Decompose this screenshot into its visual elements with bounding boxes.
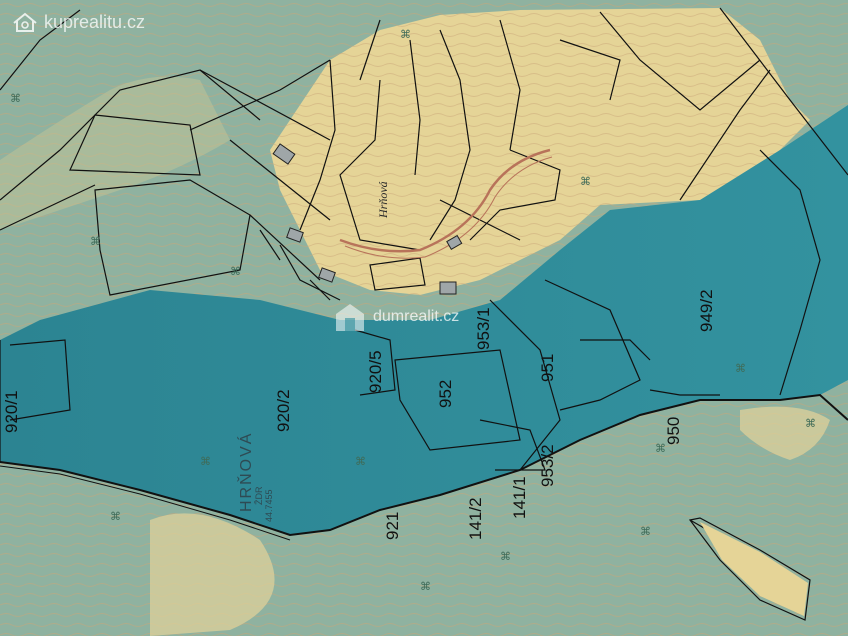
svg-text:⌘: ⌘ [230,265,241,278]
watermark-center: dumrealit.cz [333,300,459,334]
watermark-logo-icon [336,304,364,331]
parcel-label-950: 950 [664,416,683,445]
svg-text:⌘: ⌘ [420,580,431,593]
parcel-label-953-1: 953/1 [474,307,493,350]
svg-text:⌘: ⌘ [805,417,816,430]
parcel-label-921: 921 [383,511,402,540]
svg-text:⌘: ⌘ [500,550,511,563]
watermark-logo-icon [13,12,37,32]
reservoir-number: 44.7455 [264,489,274,522]
watermark-center-text: dumrealit.cz [373,308,460,325]
svg-text:⌘: ⌘ [580,175,591,188]
parcel-label-953-2: 953/2 [538,444,557,487]
svg-text:⌘: ⌘ [10,92,21,105]
svg-text:⌘: ⌘ [355,455,366,468]
village-label: Hrňová [376,181,390,218]
watermark-top: kuprealitu.cz [12,11,145,33]
parcel-label-951: 951 [538,353,557,382]
watermark-top-text: kuprealitu.cz [44,11,146,32]
svg-text:⌘: ⌘ [200,455,211,468]
cadastral-map: ⌘ ⌘ ⌘ ⌘ ⌘ ⌘ ⌘ ⌘ ⌘ ⌘ ⌘ ⌘ ⌘ ⌘ kuprealitu.c… [0,0,848,636]
reservoir-sub: ŽDR [254,486,264,506]
parcel-label-920-1: 920/1 [2,390,21,433]
parcel-label-952: 952 [436,379,455,408]
svg-text:⌘: ⌘ [735,362,746,375]
svg-text:⌘: ⌘ [400,28,411,41]
parcel-label-141-1: 141/1 [510,476,529,519]
svg-text:⌘: ⌘ [110,510,121,523]
parcel-label-141-2: 141/2 [466,497,485,540]
parcel-label-920-5: 920/5 [366,350,385,393]
parcel-label-920-2: 920/2 [274,389,293,432]
parcel-label-949-2: 949/2 [697,289,716,332]
svg-text:⌘: ⌘ [640,525,651,538]
svg-text:⌘: ⌘ [90,235,101,248]
